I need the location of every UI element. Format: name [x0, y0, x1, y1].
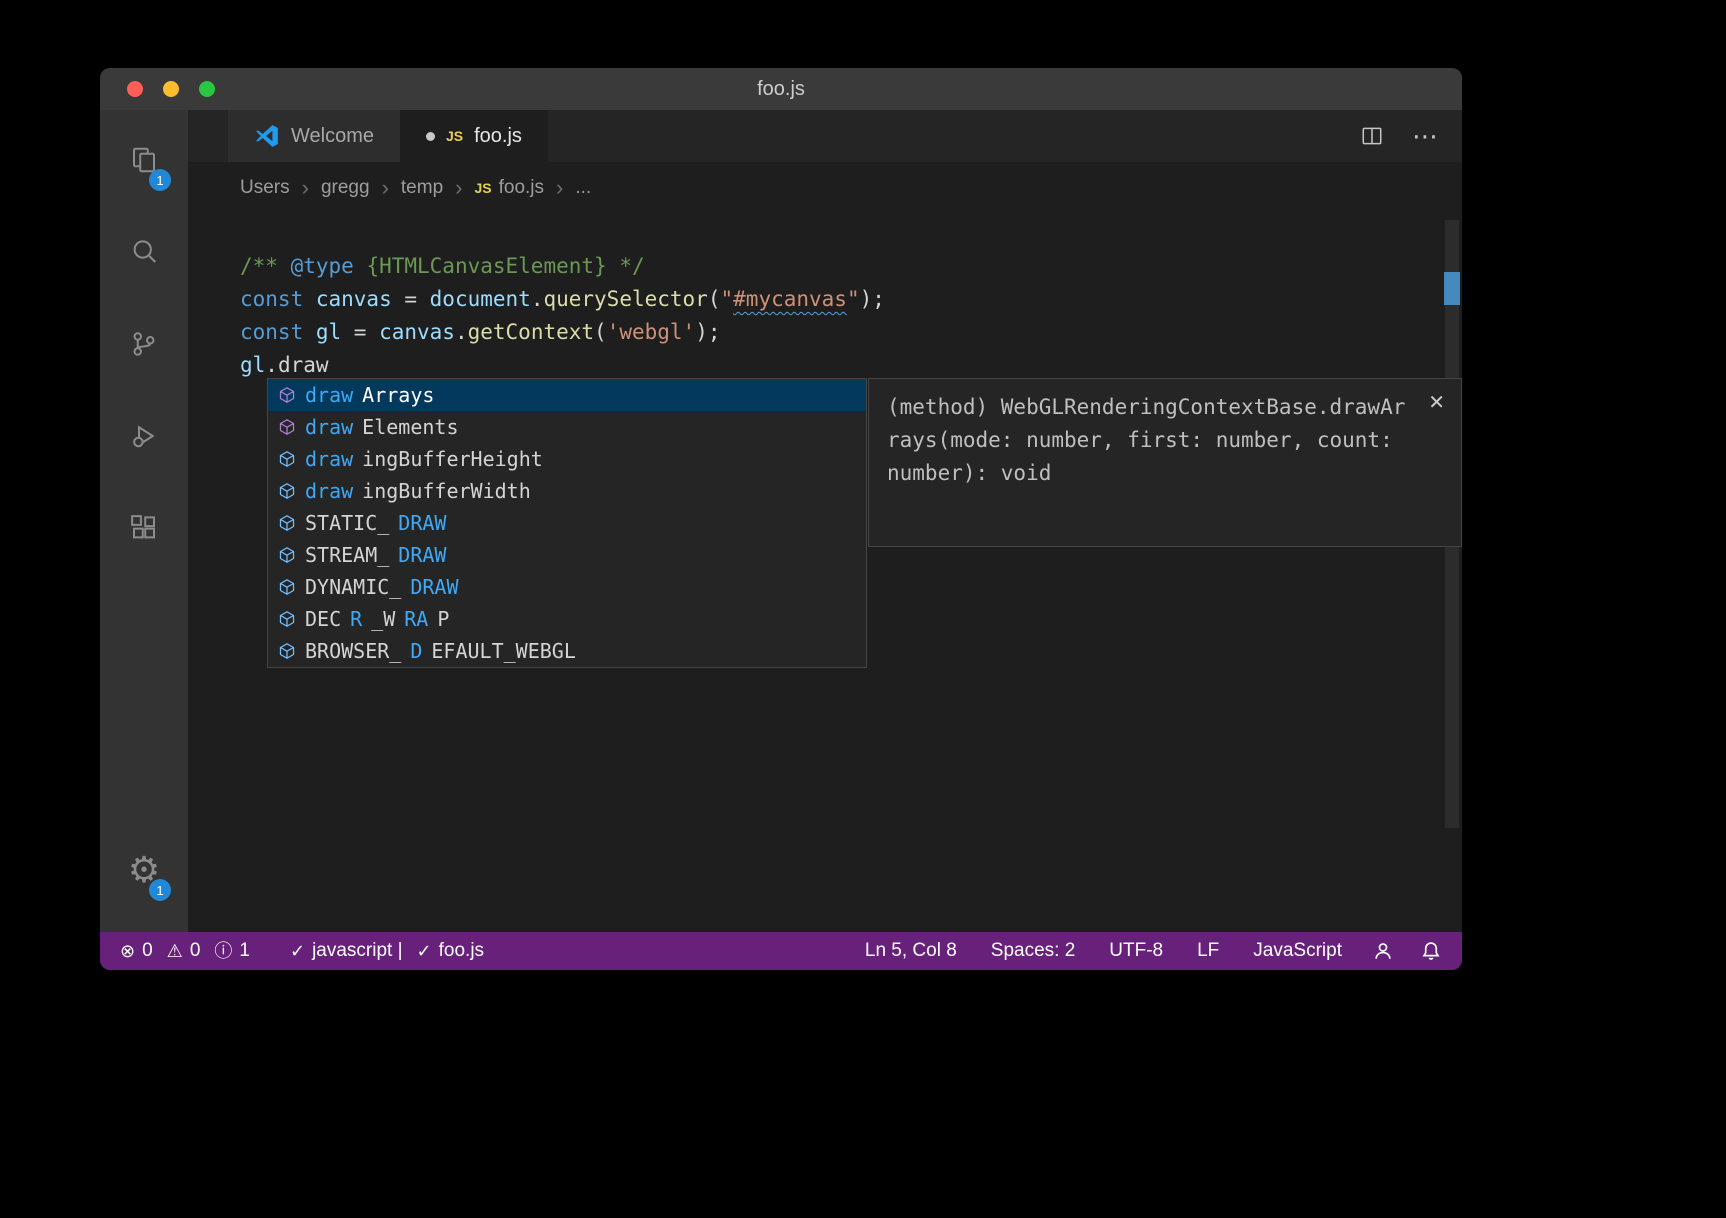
code-line: /** @type {HTMLCanvasElement} */: [240, 254, 645, 278]
breadcrumb-separator-icon: ›: [381, 175, 389, 200]
code-area: /** @type {HTMLCanvasElement} */ const ca…: [188, 214, 1462, 382]
traffic-lights: [127, 81, 215, 97]
tab-bar: Welcome JS foo.js ⋯: [188, 110, 1462, 162]
symbol-cube-icon: [278, 482, 296, 500]
error-icon: ⊗: [120, 941, 136, 961]
activity-bar: 1 ⚙ 1: [100, 110, 188, 932]
suggestion-item-DECR_WRAP[interactable]: DEC R _W RA P: [268, 603, 866, 635]
titlebar[interactable]: foo.js: [100, 68, 1462, 110]
docs-text-line: rays(mode: number, first: number, count:: [887, 428, 1393, 452]
breadcrumb-item[interactable]: ...: [575, 177, 591, 199]
breadcrumb-item[interactable]: temp: [401, 177, 443, 199]
code-line: const gl = canvas.getContext('webgl');: [240, 320, 721, 344]
suggestion-item-BROWSER_DEFAULT_WEBGL[interactable]: BROWSER_ D EFAULT_WEBGL: [268, 635, 866, 667]
symbol-cube-icon: [278, 578, 296, 596]
js-file-icon: JS: [474, 180, 492, 196]
activity-bar-run-debug[interactable]: [100, 390, 188, 482]
activity-bar-explorer[interactable]: 1: [100, 114, 188, 206]
code-line: const canvas = document.querySelector("#…: [240, 287, 885, 311]
close-window-button[interactable]: [127, 81, 143, 97]
run-debug-icon: [133, 425, 155, 448]
symbol-cube-icon: [278, 610, 296, 628]
breadcrumb-item[interactable]: Users: [240, 177, 290, 199]
info-icon: ⓘ: [214, 941, 233, 961]
suggestion-item-STATIC_DRAW[interactable]: STATIC_ DRAW: [268, 507, 866, 539]
warning-icon: ⚠: [166, 941, 183, 961]
docs-text-line: (method) WebGLRenderingContextBase.drawA…: [887, 395, 1406, 419]
tab-welcome[interactable]: Welcome: [228, 110, 400, 162]
vscode-window: foo.js 1 ⚙ 1 Welcome JS foo.js ⋯ Users ›…: [100, 68, 1462, 970]
symbol-cube-icon: [278, 450, 296, 468]
statusbar-info-count[interactable]: ⓘ 1: [214, 940, 250, 962]
docs-text-line: number): void: [887, 461, 1052, 485]
vscode-logo-icon: [256, 125, 278, 147]
symbol-cube-icon: [278, 546, 296, 564]
suggestion-item-drawElements[interactable]: draw Elements: [268, 411, 866, 443]
close-icon[interactable]: ✕: [1428, 387, 1445, 420]
more-actions-icon[interactable]: ⋯: [1412, 123, 1440, 149]
breadcrumb-item[interactable]: gregg: [321, 177, 370, 199]
symbol-cube-icon: [278, 386, 296, 404]
breadcrumb: Users › gregg › temp › JS foo.js ›...: [188, 162, 1462, 214]
explorer-badge: 1: [149, 169, 171, 191]
suggestion-item-drawingBufferHeight[interactable]: draw ingBufferHeight: [268, 443, 866, 475]
statusbar-warning-count[interactable]: ⚠ 0: [167, 940, 201, 962]
code-editor[interactable]: /** @type {HTMLCanvasElement} */ const ca…: [188, 214, 1462, 932]
tab-label: Welcome: [291, 124, 374, 147]
statusbar-encoding[interactable]: UTF-8: [1109, 940, 1163, 962]
statusbar-linter-foojs[interactable]: ✓ foo.js: [417, 940, 485, 962]
activity-bar-search[interactable]: [100, 206, 188, 298]
activity-bar-extensions[interactable]: [100, 482, 188, 574]
suggestion-item-drawArrays[interactable]: draw Arrays: [268, 379, 866, 411]
zoom-window-button[interactable]: [199, 81, 215, 97]
editor-scrollbar[interactable]: [1442, 214, 1462, 932]
account-icon[interactable]: [1372, 940, 1394, 962]
split-editor-icon[interactable]: [1360, 124, 1384, 148]
js-file-icon: JS: [446, 128, 464, 144]
squiggle-underline: #mycanvas: [733, 287, 847, 311]
suggestion-item-drawingBufferWidth[interactable]: draw ingBufferWidth: [268, 475, 866, 507]
bell-icon[interactable]: [1420, 940, 1442, 962]
suggestion-item-STREAM_DRAW[interactable]: STREAM_ DRAW: [268, 539, 866, 571]
source-control-icon: [133, 332, 155, 356]
breadcrumb-item[interactable]: JS foo.js: [474, 177, 544, 199]
breadcrumb-separator-icon: ›: [301, 175, 309, 200]
check-icon: ✓: [289, 941, 306, 961]
settings-badge: 1: [149, 879, 171, 901]
activity-bar-settings[interactable]: ⚙ 1: [100, 824, 188, 916]
tab-label: foo.js: [474, 124, 522, 147]
breadcrumb-separator-icon: ›: [455, 175, 463, 200]
minimize-window-button[interactable]: [163, 81, 179, 97]
check-icon: ✓: [416, 941, 432, 961]
suggest-widget: draw Arrays draw Elements draw ingBufferHeigh…: [267, 378, 867, 668]
statusbar-linter-javascript[interactable]: ✓ javascript |: [290, 940, 403, 962]
status-bar: ⊗ 0 ⚠ 0 ⓘ 1 ✓ javascript | ✓ foo.js Ln 5, Col 8 Sp…: [100, 932, 1462, 970]
search-icon: [133, 240, 156, 263]
statusbar-cursor-position[interactable]: Ln 5, Col 8: [865, 940, 957, 962]
suggest-docs-panel: ✕ (method) WebGLRenderingContextBase.dra…: [868, 378, 1462, 547]
tab-foojs[interactable]: JS foo.js: [400, 110, 548, 162]
statusbar-error-count[interactable]: ⊗ 0: [120, 940, 153, 962]
activity-bar-source-control[interactable]: [100, 298, 188, 390]
statusbar-language-mode[interactable]: JavaScript: [1253, 940, 1342, 962]
symbol-cube-icon: [278, 418, 296, 436]
statusbar-eol[interactable]: LF: [1197, 940, 1219, 962]
overview-ruler-marker: [1444, 272, 1460, 305]
statusbar-indentation[interactable]: Spaces: 2: [991, 940, 1076, 962]
extensions-icon: [131, 515, 155, 539]
window-title: foo.js: [757, 77, 805, 100]
modified-dot-icon[interactable]: [426, 131, 435, 141]
breadcrumb-separator-icon: ›: [556, 175, 564, 200]
symbol-cube-icon: [278, 514, 296, 532]
symbol-cube-icon: [278, 642, 296, 660]
suggestion-item-DYNAMIC_DRAW[interactable]: DYNAMIC_ DRAW: [268, 571, 866, 603]
